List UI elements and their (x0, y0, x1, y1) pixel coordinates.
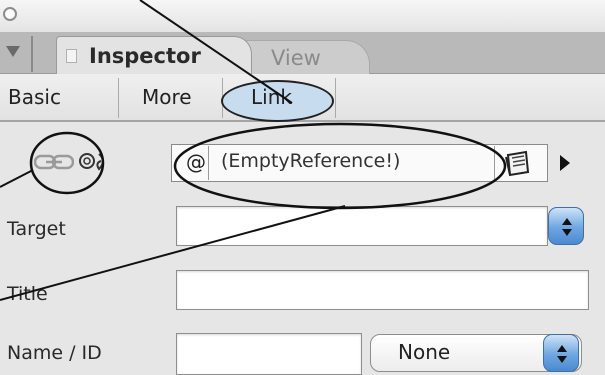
folder-browse-icon[interactable] (496, 146, 540, 180)
field-divider (208, 146, 209, 180)
arrow-right-icon (560, 155, 570, 171)
reference-value[interactable]: (EmptyReference!) (221, 150, 400, 172)
subtab-more[interactable]: More (142, 85, 192, 109)
nameid-field[interactable] (176, 333, 362, 375)
palette-titlebar (0, 0, 605, 32)
subtab-link[interactable]: Link (251, 85, 292, 109)
tab-inspector[interactable]: Inspector (56, 36, 252, 75)
nameid-popup-stepper[interactable] (543, 334, 579, 372)
target-label: Target (7, 218, 66, 240)
tab-inspector-label: Inspector (89, 44, 201, 68)
tab-strip: View Inspector (0, 32, 605, 75)
target-field[interactable] (176, 206, 548, 246)
tab-view[interactable]: View (240, 40, 370, 74)
disclosure-triangle-icon[interactable] (6, 46, 20, 57)
subtab-basic[interactable]: Basic (8, 85, 61, 109)
subtab-divider (118, 78, 119, 118)
subtab-divider (335, 78, 336, 118)
link-chain-icon[interactable] (34, 151, 74, 173)
arrow-right-button[interactable] (550, 146, 580, 180)
inspector-screenshot: View Inspector Basic More Link @ (EmptyR… (0, 0, 605, 375)
chevron-down-icon (562, 229, 572, 236)
target-anchor-icon[interactable] (77, 149, 111, 175)
tab-separator (31, 36, 33, 72)
tab-document-icon (66, 49, 77, 63)
nameid-label: Name / ID (7, 342, 102, 364)
tab-view-label: View (271, 46, 321, 70)
chevron-down-icon (557, 356, 567, 363)
close-button[interactable] (3, 7, 17, 21)
title-field[interactable] (176, 270, 589, 310)
field-divider (494, 146, 495, 180)
chevron-up-icon (557, 345, 567, 352)
chevron-up-icon (562, 218, 572, 225)
target-popup-stepper[interactable] (548, 207, 584, 245)
reference-icon: @ (186, 150, 206, 174)
title-label: Title (7, 283, 48, 305)
nameid-popup-value: None (398, 340, 451, 364)
